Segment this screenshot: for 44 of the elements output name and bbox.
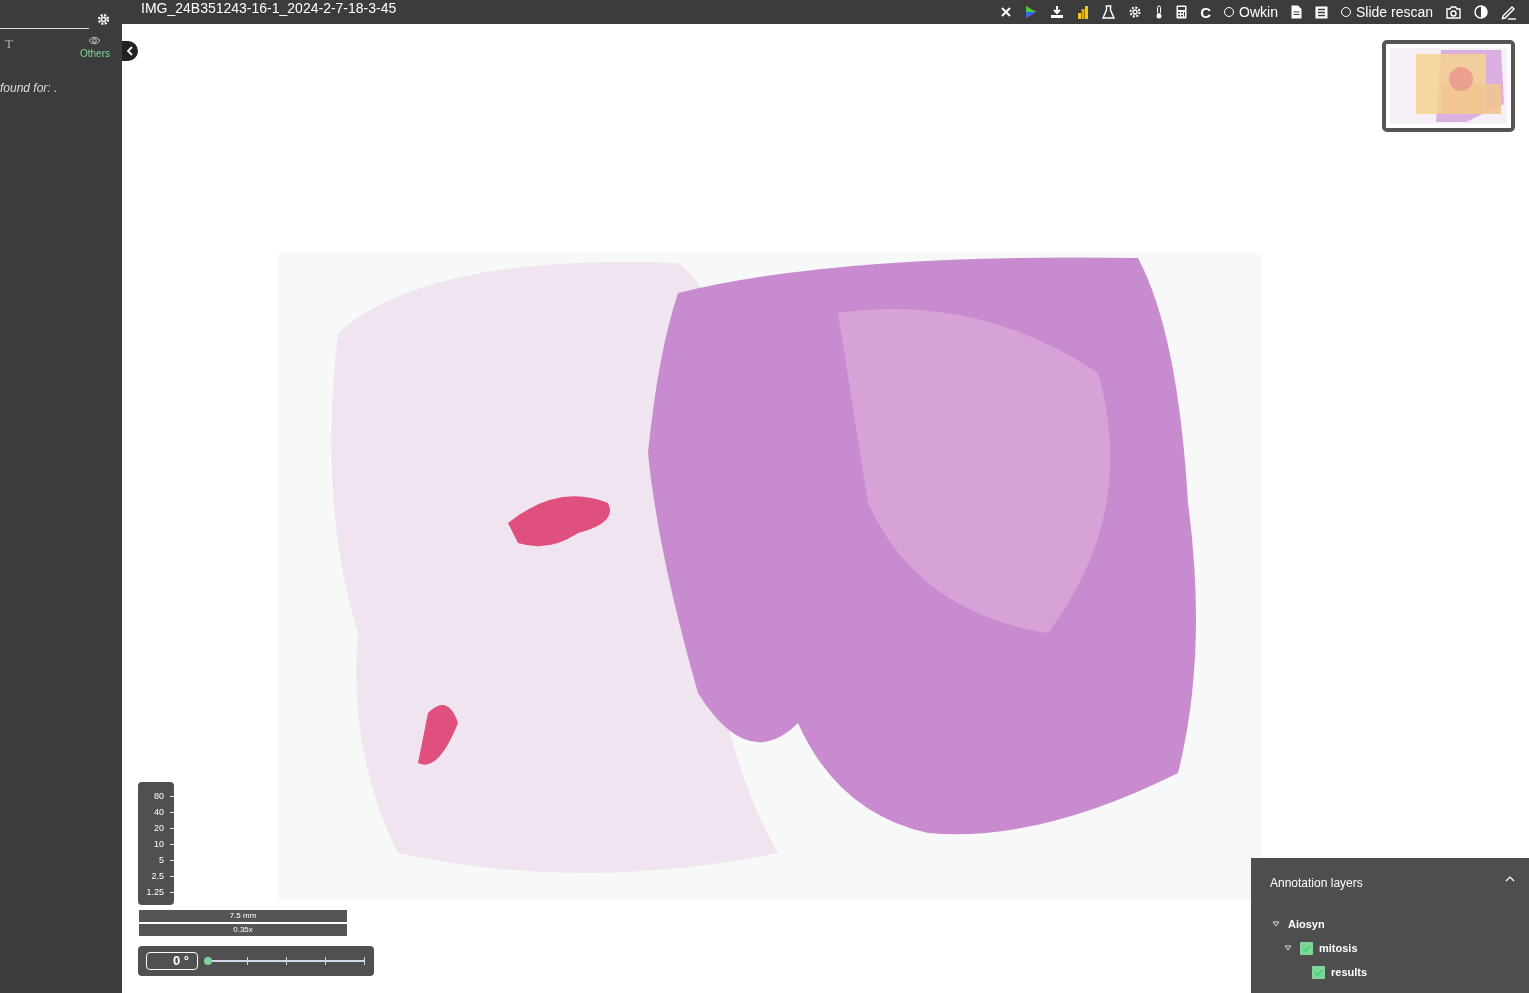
- window-title: IMG_24B351243-16-1_2024-2-7-18-3-45: [141, 0, 398, 16]
- chevron-left-icon: [127, 46, 133, 56]
- collapse-sidebar-button[interactable]: [122, 41, 138, 61]
- zoom-level[interactable]: 5: [159, 855, 164, 865]
- eye-icon: [88, 36, 102, 45]
- zoom-level[interactable]: 80: [154, 791, 164, 801]
- scale-length: 7.5 mm: [139, 910, 347, 922]
- contrast-icon[interactable]: [1474, 5, 1488, 19]
- flask-icon[interactable]: [1102, 5, 1116, 19]
- close-icon[interactable]: [1000, 6, 1013, 18]
- triangle-icon[interactable]: [1284, 945, 1292, 951]
- search-message: found for: .: [0, 81, 59, 95]
- settings-icon[interactable]: [97, 12, 110, 26]
- caret-icon[interactable]: [1505, 876, 1515, 882]
- panel-title: Annotation layers: [1270, 876, 1363, 890]
- checkbox[interactable]: [1312, 965, 1325, 979]
- slider-thumb[interactable]: [204, 957, 212, 965]
- radio-option[interactable]: Slide rescan: [1340, 4, 1433, 20]
- thermometer-icon[interactable]: [1155, 5, 1164, 19]
- layer-item[interactable]: mitosis: [1270, 936, 1515, 960]
- pencil-icon[interactable]: [1501, 4, 1517, 20]
- triangle-icon[interactable]: [1272, 921, 1280, 927]
- toolbar-button[interactable]: C: [1200, 3, 1212, 21]
- zoom-level[interactable]: 10: [154, 839, 164, 849]
- document-icon[interactable]: [1290, 5, 1302, 19]
- camera-icon[interactable]: [1446, 5, 1461, 19]
- layer-item[interactable]: Aiosyn: [1270, 912, 1515, 936]
- checkbox[interactable]: [1300, 941, 1313, 955]
- zoom-level[interactable]: 2.5: [151, 871, 164, 881]
- search-underline[interactable]: [0, 27, 89, 29]
- zoom-level[interactable]: 20: [154, 823, 164, 833]
- zoom-level[interactable]: 40: [154, 807, 164, 817]
- filter-toggle[interactable]: Others: [80, 36, 110, 59]
- bar-chart-icon[interactable]: [1077, 5, 1090, 19]
- download-icon[interactable]: [1050, 5, 1065, 19]
- magnification-label: 0.35x: [139, 924, 347, 936]
- radio-option[interactable]: Owkin: [1224, 4, 1278, 20]
- zoom-level[interactable]: 1.25: [146, 887, 164, 897]
- rotation-field[interactable]: 0 °: [146, 952, 198, 970]
- calculator-icon[interactable]: [1176, 5, 1188, 19]
- text-tool[interactable]: T: [5, 36, 13, 52]
- layer-item[interactable]: results: [1270, 960, 1515, 984]
- slide-thumbnail[interactable]: [1382, 40, 1515, 132]
- settings-icon[interactable]: [1128, 5, 1143, 19]
